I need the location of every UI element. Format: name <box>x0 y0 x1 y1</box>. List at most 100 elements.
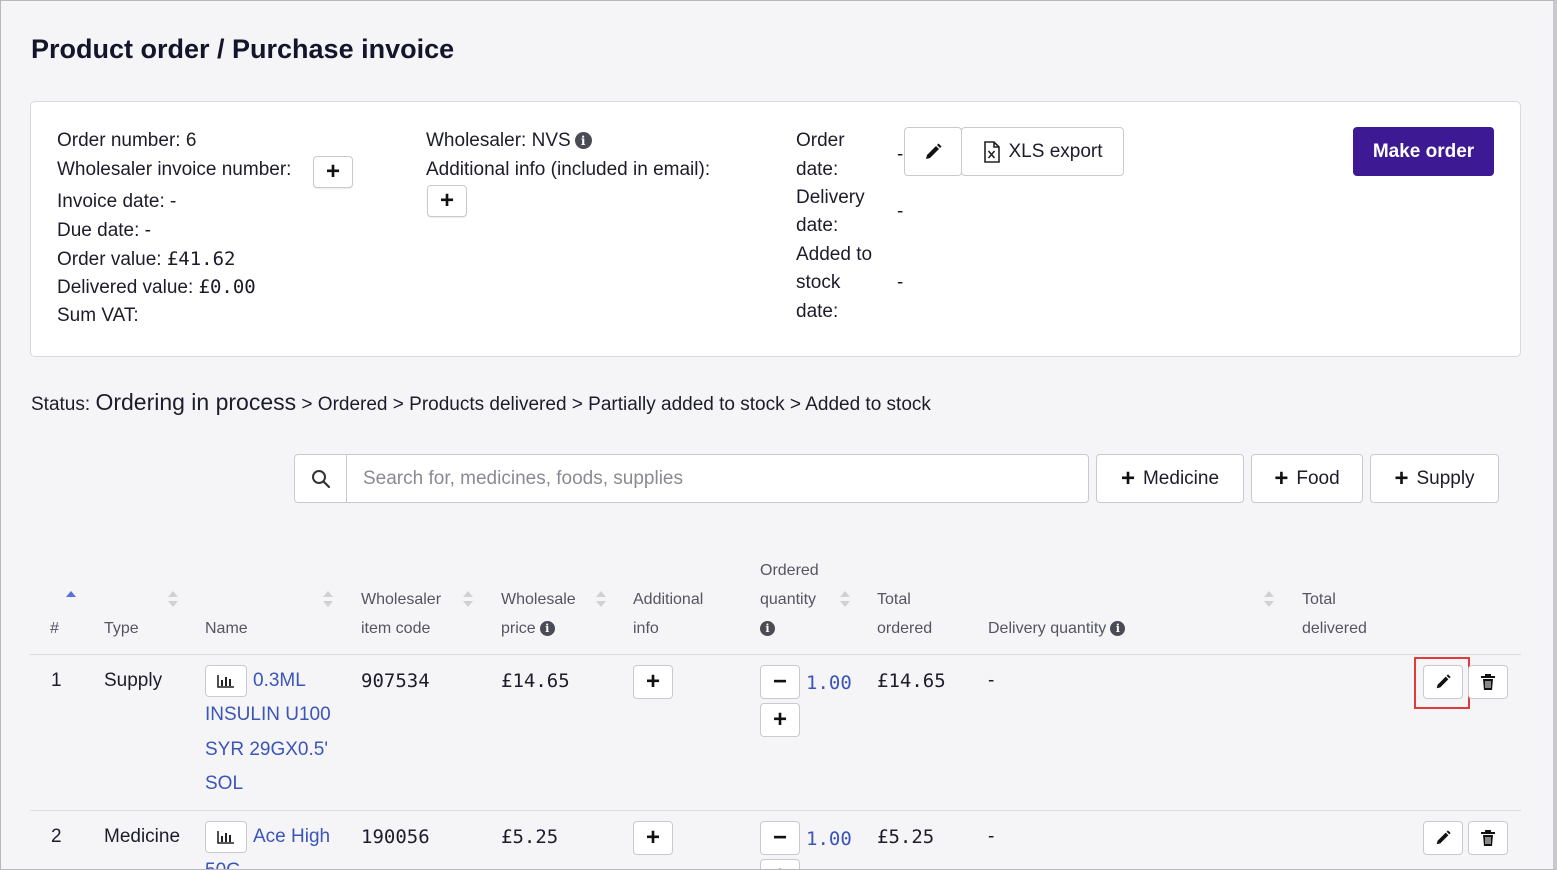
header-total-delivered: Total delivered <box>1302 591 1367 637</box>
add-food-button[interactable]: + Food <box>1251 454 1363 503</box>
search-input[interactable] <box>347 455 1088 502</box>
due-date: Due date: - <box>57 220 151 241</box>
excel-file-icon <box>983 140 1000 163</box>
row-total-ordered: £14.65 <box>877 670 946 692</box>
edit-row-button[interactable] <box>1423 821 1463 855</box>
stats-chart-button[interactable] <box>205 665 247 697</box>
delivery-date-label-2: date: <box>796 215 839 236</box>
app-frame: Product order / Purchase invoice Order n… <box>0 0 1557 870</box>
increase-quantity-button[interactable]: + <box>760 703 800 737</box>
plus-icon: + <box>1394 464 1409 492</box>
row-quantity[interactable]: 1.00 <box>806 672 852 694</box>
plus-icon: + <box>1274 464 1289 492</box>
row-price: £5.25 <box>501 826 559 848</box>
added-stock-label: Added to <box>796 244 873 265</box>
sort-icon[interactable] <box>1264 590 1274 608</box>
search-icon <box>295 455 347 502</box>
decrease-quantity-button[interactable]: − <box>760 665 800 699</box>
header-total-ordered: Total ordered <box>877 591 933 637</box>
make-order-button[interactable]: Make order <box>1353 127 1494 176</box>
added-stock-label-2: stock <box>796 272 841 293</box>
info-icon[interactable]: i <box>760 621 775 637</box>
header-delivery-quantity[interactable]: Delivery quantity i <box>988 614 1126 643</box>
add-supply-button[interactable]: + Supply <box>1370 454 1499 503</box>
plus-icon: + <box>325 158 340 185</box>
row-quantity[interactable]: 1.00 <box>806 828 852 850</box>
add-additional-info-button[interactable]: + <box>427 185 467 217</box>
header-wholesaler-code[interactable]: Wholesaler item code <box>361 585 441 643</box>
product-search <box>294 454 1089 503</box>
edit-order-dates-button[interactable] <box>904 127 962 176</box>
sort-icon[interactable] <box>840 590 850 608</box>
order-number: Order number: 6 <box>57 130 197 151</box>
add-medicine-button[interactable]: + Medicine <box>1096 454 1244 503</box>
xls-export-label: XLS export <box>1008 140 1103 162</box>
bar-chart-icon <box>217 831 234 844</box>
row-type: Medicine <box>104 826 181 847</box>
page-title: Product order / Purchase invoice <box>31 34 455 64</box>
row-num: 1 <box>51 670 62 691</box>
product-name-link[interactable]: SOL <box>205 773 243 795</box>
delivery-date-value: - <box>897 201 904 222</box>
decrease-quantity-button[interactable]: − <box>760 821 800 855</box>
row-code: 190056 <box>361 826 430 848</box>
row-price: £14.65 <box>501 670 570 692</box>
product-name-link[interactable]: 50G <box>205 860 241 869</box>
add-supply-label: Supply <box>1416 467 1475 489</box>
add-invoice-number-button[interactable]: + <box>313 156 353 188</box>
delete-row-button[interactable] <box>1468 665 1508 699</box>
added-stock-value: - <box>897 272 904 293</box>
row-delivery-qty: - <box>988 826 995 847</box>
add-food-label: Food <box>1296 467 1340 489</box>
product-name-link[interactable]: INSULIN U100 <box>205 704 331 726</box>
bar-chart-icon <box>217 675 234 688</box>
plus-icon: + <box>645 824 660 851</box>
add-medicine-label: Medicine <box>1142 467 1220 489</box>
order-info-card: Order number: 6 Wholesaler invoice numbe… <box>30 101 1521 357</box>
invoice-date: Invoice date: - <box>57 191 177 212</box>
sort-asc-icon[interactable] <box>66 589 76 607</box>
info-icon[interactable]: i <box>574 132 592 150</box>
product-name-link[interactable]: Ace High <box>253 826 330 848</box>
row-divider <box>30 810 1521 811</box>
product-name-link[interactable]: SYR 29GX0.5' <box>205 739 328 761</box>
status-label: Status: <box>31 394 91 415</box>
header-ordered-quantity[interactable]: Ordered quantity i <box>760 556 819 643</box>
row-total-ordered: £5.25 <box>877 826 935 848</box>
trash-icon <box>1481 830 1495 846</box>
add-info-button[interactable]: + <box>633 821 673 855</box>
sort-icon[interactable] <box>323 590 333 608</box>
delivered-value: Delivered value: £0.00 <box>57 276 256 298</box>
xls-export-button[interactable]: XLS export <box>961 127 1124 176</box>
minus-icon: − <box>772 824 787 851</box>
header-additional-info: Additional info <box>633 591 704 637</box>
status-current: Ordering in process <box>95 389 297 415</box>
pencil-icon <box>1436 830 1451 845</box>
stats-chart-button[interactable] <box>205 821 247 853</box>
info-icon[interactable]: i <box>1110 621 1126 637</box>
order-date-value: - <box>897 144 904 165</box>
plus-icon: + <box>1120 464 1135 492</box>
info-icon[interactable]: i <box>539 621 555 637</box>
sort-icon[interactable] <box>596 590 606 608</box>
trash-icon <box>1481 674 1495 690</box>
header-num[interactable]: # <box>50 614 59 643</box>
sort-icon[interactable] <box>168 590 178 608</box>
minus-icon: − <box>772 668 787 695</box>
increase-quantity-button[interactable]: + <box>760 859 800 870</box>
plus-icon: + <box>773 864 787 870</box>
status-steps: > Ordered > Products delivered > Partial… <box>296 394 931 415</box>
wholesaler-invoice-number-label: Wholesaler invoice number: <box>57 159 292 180</box>
delete-row-button[interactable] <box>1468 821 1508 855</box>
header-type[interactable]: Type <box>104 614 139 643</box>
order-date-label: Order <box>796 130 845 151</box>
row-type: Supply <box>104 670 163 691</box>
sort-icon[interactable] <box>463 590 473 608</box>
sum-vat: Sum VAT: <box>57 305 139 326</box>
header-wholesale-price[interactable]: Wholesale price i <box>501 585 576 643</box>
header-name[interactable]: Name <box>205 614 248 643</box>
product-name-link[interactable]: 0.3ML <box>253 670 306 692</box>
plus-icon: + <box>645 668 660 695</box>
add-info-button[interactable]: + <box>633 665 673 699</box>
plus-icon: + <box>439 187 454 214</box>
